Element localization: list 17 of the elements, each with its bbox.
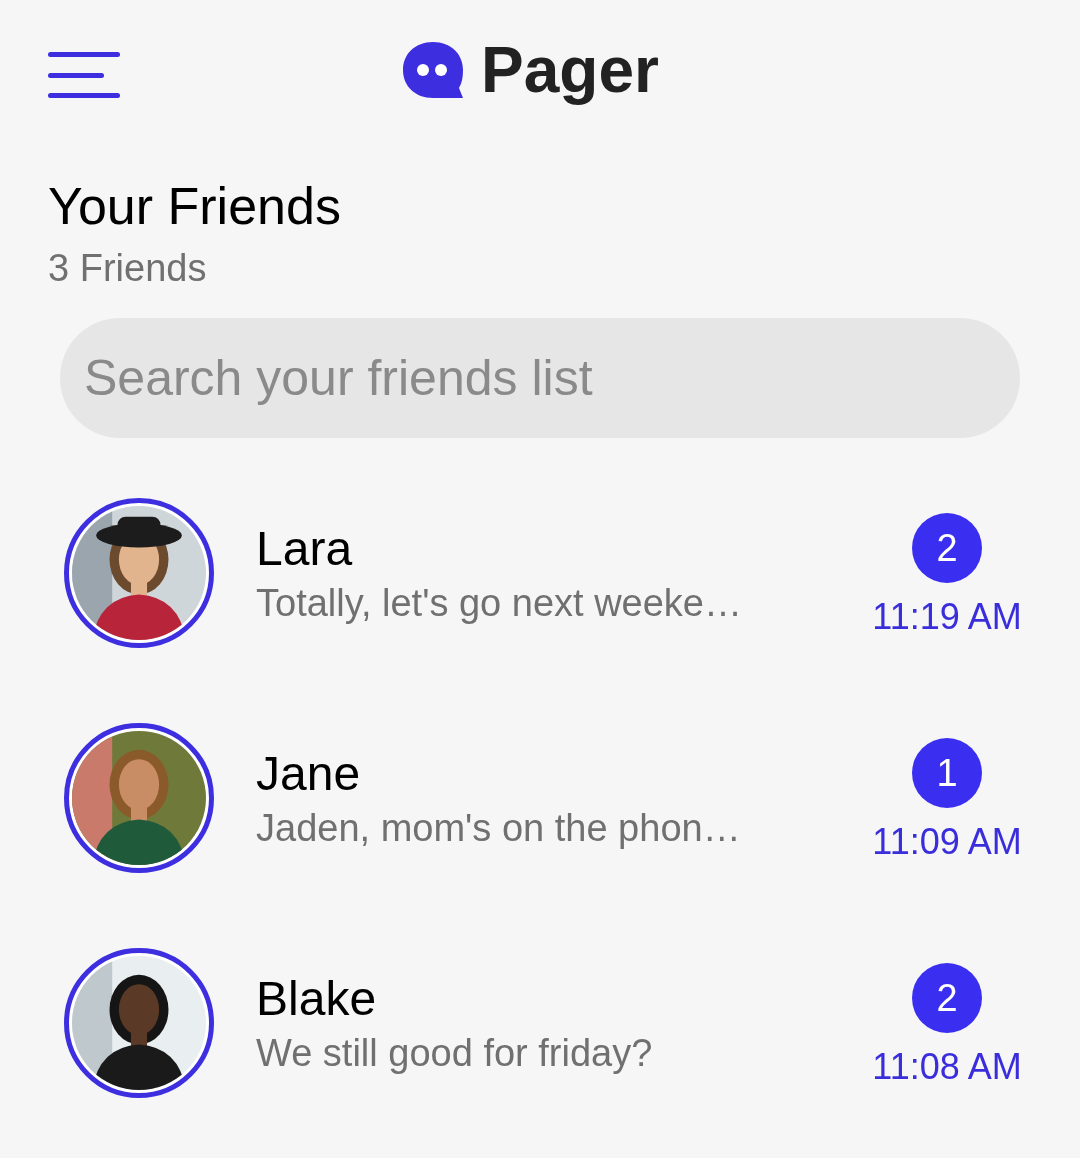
menu-icon[interactable] <box>48 52 120 98</box>
search-field[interactable]: Search your friends list <box>60 318 1020 438</box>
chat-bubble-logo-icon <box>401 40 466 100</box>
message-time: 11:08 AM <box>872 1047 1022 1087</box>
message-preview: Totally, let's go next weeke… <box>256 581 743 626</box>
message-time: 11:19 AM <box>872 597 1022 637</box>
friends-count: 3 Friends <box>48 246 208 291</box>
message-preview: We still good for friday? <box>256 1031 654 1076</box>
unread-badge: 2 <box>912 963 982 1033</box>
friend-name: Blake <box>256 971 378 1027</box>
page-title: Your Friends <box>48 176 342 237</box>
friend-name: Lara <box>256 521 354 577</box>
unread-badge: 1 <box>912 738 982 808</box>
friend-name: Jane <box>256 746 362 802</box>
unread-badge: 2 <box>912 513 982 583</box>
message-time: 11:09 AM <box>872 822 1022 862</box>
message-preview: Jaden, mom's on the phon… <box>256 806 742 851</box>
